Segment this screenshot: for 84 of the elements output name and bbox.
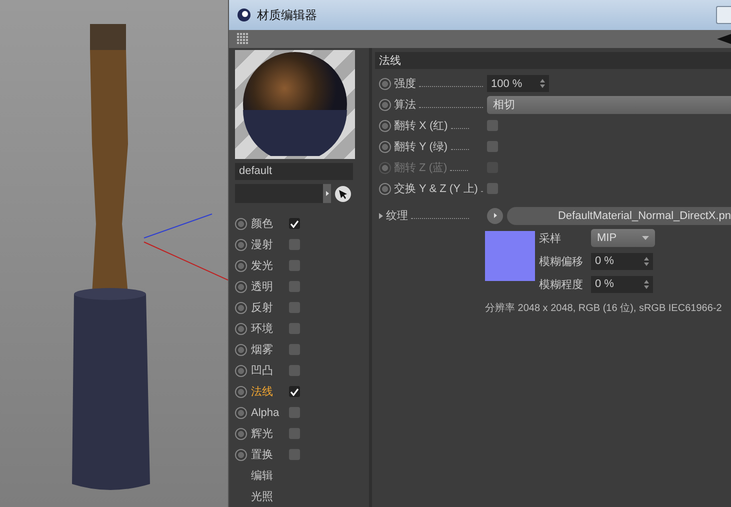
- checkbox[interactable]: [289, 428, 300, 439]
- checkbox[interactable]: [289, 365, 300, 376]
- texture-thumbnail: [485, 231, 535, 281]
- search-field[interactable]: [235, 184, 331, 203]
- arrow-icon: [494, 213, 496, 218]
- checkbox[interactable]: [289, 344, 300, 355]
- channel-item[interactable]: 反射: [251, 300, 285, 315]
- channel-item[interactable]: 颜色: [251, 216, 285, 231]
- checkbox[interactable]: [289, 386, 300, 397]
- animation-dot-icon[interactable]: [235, 260, 247, 272]
- channel-item[interactable]: 透明: [251, 279, 285, 294]
- spinner-icon[interactable]: [540, 79, 545, 88]
- animation-dot-icon[interactable]: [379, 140, 391, 152]
- param-label: 强度: [394, 76, 416, 91]
- checkbox[interactable]: [487, 183, 498, 194]
- channel-item[interactable]: 烟雾: [251, 342, 285, 357]
- check-icon: [290, 388, 299, 396]
- animation-dot-icon[interactable]: [235, 280, 247, 292]
- channel-item[interactable]: 法线: [251, 384, 285, 399]
- expand-arrow-icon[interactable]: [379, 212, 383, 218]
- app-logo-icon: [237, 8, 251, 22]
- channel-item[interactable]: 发光: [251, 258, 285, 273]
- option-label: 模糊程度: [539, 278, 584, 292]
- channel-item[interactable]: 光照: [251, 489, 273, 504]
- window-button[interactable]: [716, 6, 731, 24]
- texture-menu-button[interactable]: [487, 208, 503, 224]
- animation-dot-icon[interactable]: [235, 386, 247, 398]
- resolution-info: 分辨率 2048 x 2048, RGB (16 位), sRGB IEC61966-2: [484, 302, 723, 315]
- checkbox[interactable]: [487, 141, 498, 152]
- dropdown[interactable]: 相切: [487, 96, 731, 114]
- checkbox[interactable]: [289, 302, 300, 313]
- number-field[interactable]: 0 %: [591, 276, 653, 292]
- animation-dot-icon[interactable]: [235, 406, 247, 418]
- animation-dot-icon[interactable]: [379, 162, 391, 174]
- param-label: 翻转 Z (蓝): [394, 161, 448, 175]
- param-label: 算法: [394, 98, 416, 112]
- texture-file-field[interactable]: DefaultMaterial_Normal_DirectX.pn: [507, 206, 731, 224]
- checkbox[interactable]: [487, 120, 498, 131]
- param-label: 交换 Y & Z (Y 上): [394, 182, 478, 196]
- animation-dot-icon[interactable]: [379, 120, 391, 132]
- animation-dot-icon[interactable]: [235, 322, 247, 334]
- window-title: 材质编辑器: [257, 6, 317, 24]
- channel-item[interactable]: 辉光: [251, 426, 285, 441]
- number-field[interactable]: 0 %: [591, 252, 653, 270]
- param-label: 翻转 Y (绿): [394, 140, 448, 154]
- checkbox[interactable]: [289, 449, 300, 460]
- checkbox[interactable]: [289, 281, 300, 292]
- animation-dot-icon[interactable]: [379, 182, 391, 194]
- checkbox[interactable]: [289, 239, 300, 250]
- animation-dot-icon[interactable]: [379, 98, 391, 110]
- channel-item[interactable]: 编辑: [251, 468, 273, 483]
- checkbox[interactable]: [289, 407, 300, 418]
- channel-item[interactable]: 环境: [251, 321, 285, 336]
- grip-icon[interactable]: [237, 33, 249, 45]
- spinner-icon[interactable]: [644, 280, 649, 288]
- channel-item[interactable]: 漫射: [251, 237, 285, 252]
- option-label: 模糊偏移: [539, 254, 584, 268]
- arrow-icon: [326, 191, 328, 196]
- caret-icon: [642, 236, 649, 240]
- channel-item[interactable]: 凹凸: [251, 363, 285, 378]
- section-header: 法线: [375, 52, 731, 69]
- option-label: 采样: [539, 232, 562, 246]
- checkbox[interactable]: [289, 323, 300, 334]
- dropdown[interactable]: MIP: [591, 229, 655, 247]
- channel-item[interactable]: Alpha: [251, 406, 285, 418]
- animation-dot-icon[interactable]: [235, 428, 247, 440]
- spinner-icon[interactable]: [644, 256, 649, 266]
- animation-dot-icon[interactable]: [235, 448, 247, 460]
- checkbox[interactable]: [289, 260, 300, 271]
- animation-dot-icon[interactable]: [235, 364, 247, 376]
- arrow-icon[interactable]: [717, 34, 731, 44]
- check-icon: [290, 220, 299, 228]
- animation-dot-icon[interactable]: [235, 238, 247, 250]
- animation-dot-icon[interactable]: [235, 218, 247, 230]
- channel-item[interactable]: 置换: [251, 447, 285, 462]
- checkbox[interactable]: [289, 218, 300, 229]
- number-field[interactable]: 100 %: [487, 75, 549, 92]
- animation-dot-icon[interactable]: [235, 302, 247, 314]
- name-field[interactable]: default: [235, 162, 353, 180]
- animation-dot-icon[interactable]: [379, 78, 391, 90]
- pointer-icon[interactable]: [335, 186, 351, 202]
- param-label: 翻转 X (红): [394, 119, 448, 133]
- animation-dot-icon[interactable]: [235, 344, 247, 356]
- param-label: 纹理: [386, 209, 408, 223]
